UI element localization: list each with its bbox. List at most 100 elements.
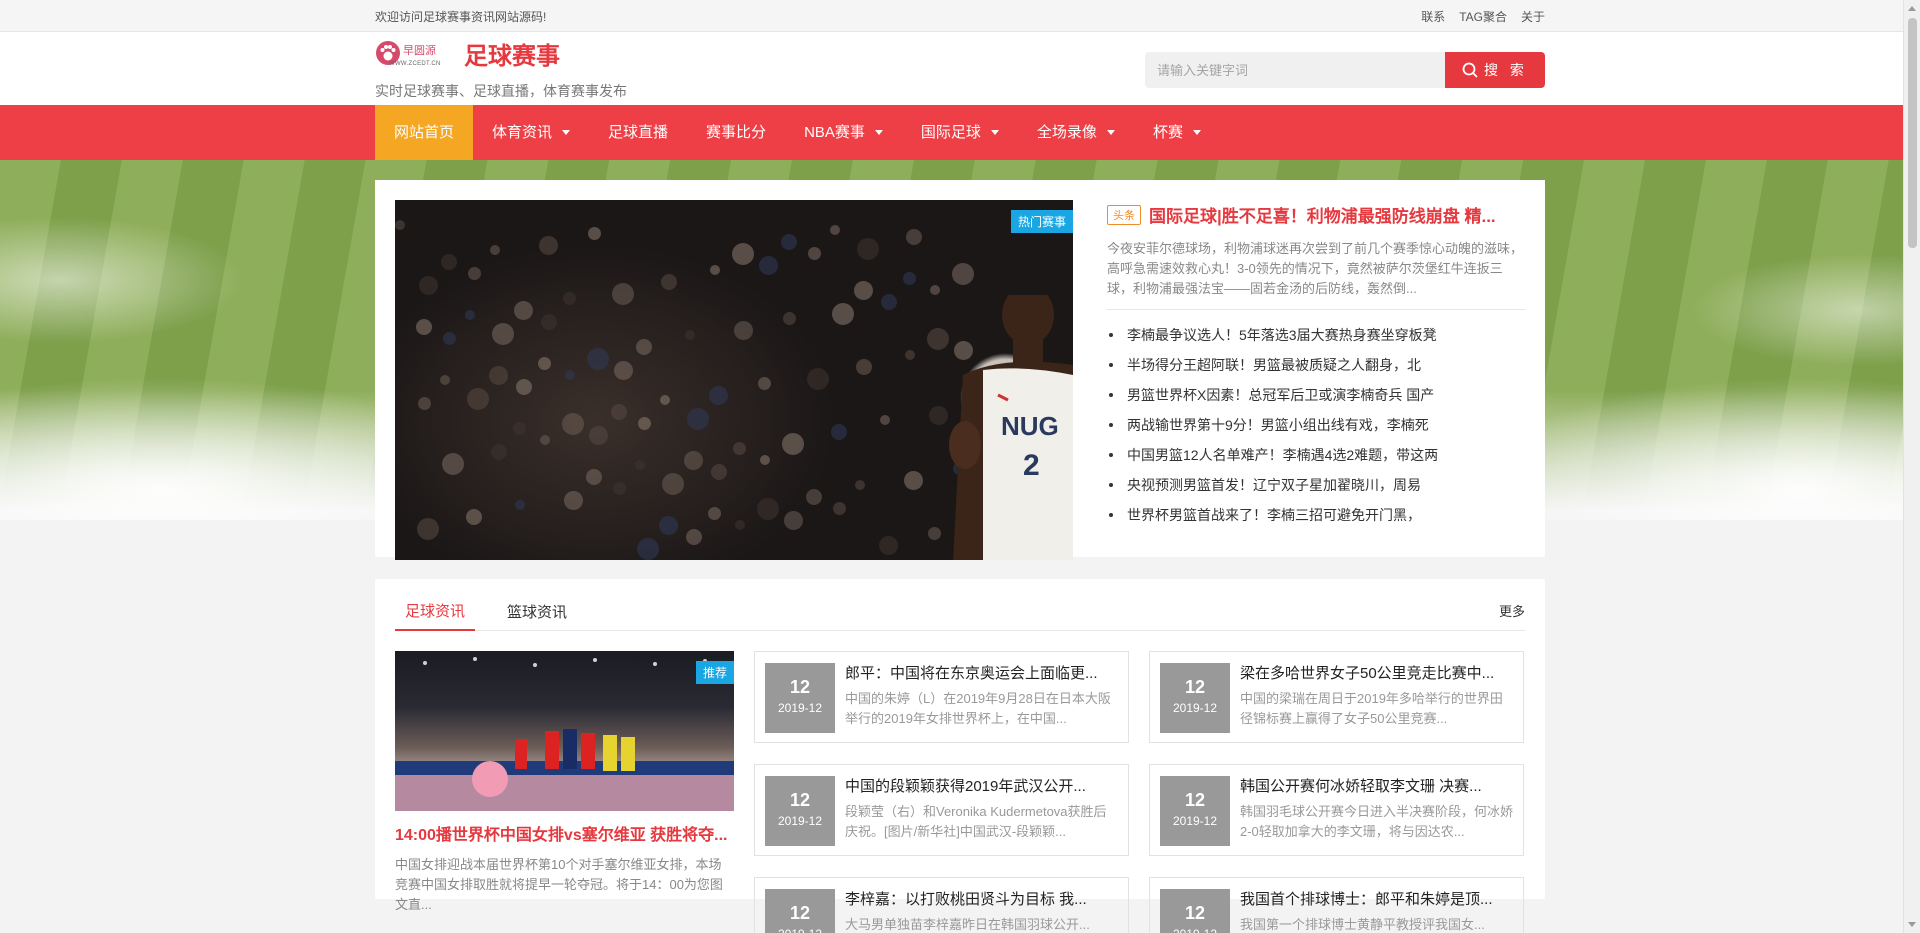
news-list-item[interactable]: 世界杯男篮首战来了！李楠三招可避免开门黑， [1107,500,1525,530]
nav-item-7[interactable]: 杯赛 [1134,105,1220,160]
news-card[interactable]: 12 2019-12 郎平：中国将在东京奥运会上面临更... 中国的朱婷（L）在201… [754,651,1129,743]
nav-item-0[interactable]: 网站首页 [375,105,474,160]
crowd-texture [419,276,438,295]
crowd-texture [782,433,804,455]
news-card[interactable]: 12 2019-12 梁在多哈世界女子50公里竞走比赛中... 中国的梁瑞在周日于20… [1149,651,1524,743]
news-list-item[interactable]: 两战输世界第十9分！男篮小组出线有戏，李楠死 [1107,410,1525,440]
scroll-up-arrow-icon[interactable] [1908,6,1916,11]
bullet-icon [1109,483,1113,487]
news-card-description: 韩国羽毛球公开赛今日进入半决赛阶段，何冰娇2-0轻取加拿大的李文珊，将与因达农.… [1240,804,1513,839]
feature-card[interactable]: 推荐 14:00播世界杯中国女排vs塞尔维亚 获胜将夺... 中国女排迎战本届世… [395,651,734,933]
crowd-texture [928,527,941,540]
nav-item-label: 足球直播 [608,124,669,141]
cards-row: 推荐 14:00播世界杯中国女排vs塞尔维亚 获胜将夺... 中国女排迎战本届世… [395,651,1525,933]
section-tabs: 足球资讯 篮球资讯 更多 [395,593,1525,631]
nav-item-2[interactable]: 足球直播 [589,105,687,160]
news-card-title[interactable]: 我国首个排球博士：郎平和朱婷是顶... [1240,889,1513,909]
news-list-item[interactable]: 中国男篮12人名单难产！李楠遇4选2难题，带这两 [1107,440,1525,470]
crowd-texture [904,471,923,490]
header: 早圆源 WWW.ZCEDT.CN 足球赛事 实时足球赛事、足球直播，体育赛事发布… [0,32,1920,105]
news-card-title[interactable]: 梁在多哈世界女子50公里竞走比赛中... [1240,663,1513,683]
date-badge: 12 2019-12 [765,776,835,846]
scroll-down-arrow-icon[interactable] [1908,922,1916,927]
crowd-texture [735,520,745,530]
bullet-icon [1109,453,1113,457]
headline[interactable]: 头条 国际足球|胜不足喜！利物浦最强防线崩盘 精... [1107,202,1525,227]
crowd-texture [831,424,847,440]
news-list-item[interactable]: 央视预测男篮首发！辽宁双子星加翟晓川，周易 [1107,470,1525,500]
date-badge: 12 2019-12 [765,663,835,733]
news-card-title[interactable]: 李梓嘉：以打败桃田贤斗为目标 我... [845,889,1118,909]
crowd-texture [879,536,898,555]
news-card-body: 韩国公开赛何冰娇轻取李文珊 决赛... 韩国羽毛球公开赛今日进入半决赛阶段，何冰娇… [1240,776,1513,844]
search-button[interactable]: 搜 索 [1445,52,1545,88]
page-scrollbar[interactable] [1903,0,1920,933]
more-link[interactable]: 更多 [1499,601,1525,620]
crowd-texture [807,368,829,390]
crowd-texture [588,227,601,240]
news-list-item[interactable]: 半场得分王超阿联！男篮最被质疑之人翻身，北 [1107,350,1525,380]
nav-item-4[interactable]: NBA赛事 [785,105,902,160]
hero-image[interactable]: NUG 2 热门赛事 [395,200,1073,560]
search-button-label: 搜 索 [1484,62,1528,78]
logo[interactable]: 早圆源 WWW.ZCEDT.CN 足球赛事 [375,38,560,72]
feature-title[interactable]: 14:00播世界杯中国女排vs塞尔维亚 获胜将夺... [395,821,734,845]
feature-image[interactable]: 推荐 [395,651,734,811]
tab-football-news[interactable]: 足球资讯 [395,600,476,631]
news-card-body: 郎平：中国将在东京奥运会上面临更... 中国的朱婷（L）在2019年9月28日在日… [845,663,1118,731]
date-year-month: 2019-12 [765,927,835,933]
news-list-item-title: 李楠最争议选人！5年落选3届大赛热身赛坐穿板凳 [1127,327,1437,343]
date-year-month: 2019-12 [777,701,823,715]
caret-down-icon [990,130,999,135]
nav-item-3[interactable]: 赛事比分 [687,105,785,160]
crowd-texture [442,453,464,475]
date-day: 12 [1184,790,1206,810]
crowd-texture [515,500,525,510]
news-card-description: 段颖莹（右）和Veronika Kudermetova获胜后庆祝。[图片/新华社… [845,804,1107,839]
news-list-item[interactable]: 男篮世界杯X因素！总冠军后卫或演李楠奇兵 国产 [1107,380,1525,410]
crowd-texture [806,489,822,505]
top-link-contact[interactable]: 联系 [1421,8,1445,25]
news-card[interactable]: 12 2019-12 韩国公开赛何冰娇轻取李文珊 决赛... 韩国羽毛球公开赛今日进入… [1149,764,1524,856]
crowd-texture [491,444,507,460]
crowd-texture [930,285,940,295]
crowd-texture [759,256,778,275]
search-input[interactable] [1145,52,1445,88]
news-card[interactable]: 12 2019-12 中国的段颖颖获得2019年武汉公开... 段颖莹（右）和Vero… [754,764,1129,856]
crowd-texture [440,375,450,385]
date-day: 12 [1184,677,1206,697]
scroll-thumb[interactable] [1908,18,1917,248]
crowd-texture [905,350,915,360]
nav-item-5[interactable]: 国际足球 [902,105,1018,160]
nav-item-1[interactable]: 体育资讯 [473,105,589,160]
crowd-texture [952,263,974,285]
crowd-texture [539,236,558,255]
crowd-texture [589,426,608,445]
headline-description: 今夜安菲尔德球场，利物浦球迷再次尝到了前几个赛季惊心动魄的滋味，高呼急需速效救心… [1107,241,1524,296]
news-card[interactable]: 12 2019-12 我国首个排球博士：郎平和朱婷是顶... 我国第一个排球博士黄静平… [1149,877,1524,933]
site-name: 足球赛事 [464,42,560,70]
hero-side: 头条 国际足球|胜不足喜！利物浦最强防线崩盘 精... 今夜安菲尔德球场，利物浦… [1073,200,1525,537]
news-card-title[interactable]: 中国的段颖颖获得2019年武汉公开... [845,776,1118,796]
top-link-tags[interactable]: TAG聚合 [1459,8,1507,25]
top-link-about[interactable]: 关于 [1521,8,1545,25]
news-list: 李楠最争议选人！5年落选3届大赛热身赛坐穿板凳半场得分王超阿联！男篮最被质疑之人… [1107,320,1525,530]
nav-item-label: 全场录像 [1036,124,1097,141]
welcome-text: 欢迎访问足球赛事资讯网站源码! [375,9,547,24]
news-card-title[interactable]: 韩国公开赛何冰娇轻取李文珊 决赛... [1240,776,1513,796]
crowd-texture [687,408,709,430]
news-card-description: 我国第一个排球博士黄静平教授评我国女... [1240,917,1485,932]
news-list-item[interactable]: 李楠最争议选人！5年落选3届大赛热身赛坐穿板凳 [1107,320,1525,350]
crowd-texture [760,455,770,465]
tab-basketball-news[interactable]: 篮球资讯 [497,601,577,630]
news-card[interactable]: 12 2019-12 李梓嘉：以打败桃田贤斗为目标 我... 大马男单独苗李梓嘉昨日在… [754,877,1129,933]
news-card-description: 大马男单独苗李梓嘉昨日在韩国羽球公开... [845,917,1090,932]
crowd-texture [612,283,634,305]
nav-item-6[interactable]: 全场录像 [1018,105,1134,160]
nav-item-label: NBA赛事 [804,124,865,141]
crowd-texture [492,323,514,345]
news-card-title[interactable]: 郎平：中国将在东京奥运会上面临更... [845,663,1118,683]
site-slogan: 实时足球赛事、足球直播，体育赛事发布 [375,83,627,99]
caret-down-icon [562,130,571,135]
headline-title[interactable]: 国际足球|胜不足喜！利物浦最强防线崩盘 精... [1149,202,1496,227]
